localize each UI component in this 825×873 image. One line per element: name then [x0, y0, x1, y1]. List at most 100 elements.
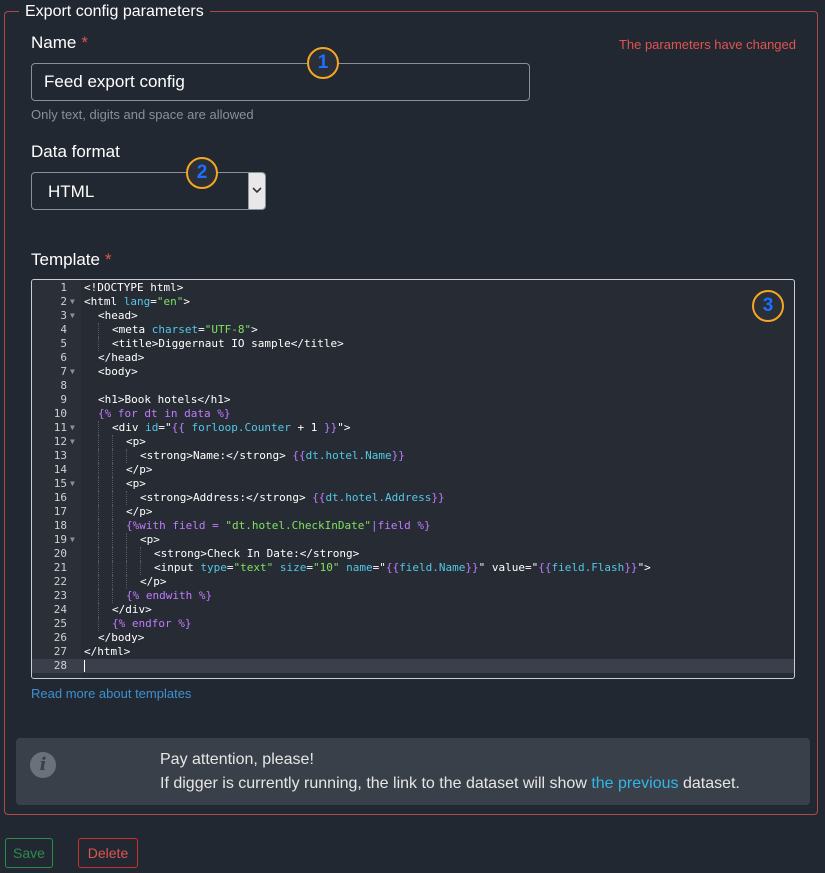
- code-text: <!DOCTYPE html>: [84, 281, 183, 295]
- alert-text-after: dataset.: [678, 775, 740, 792]
- code-token: </html>: [84, 645, 131, 658]
- indent-guide: [98, 449, 99, 463]
- code-text: <strong>Name:</strong> {{dt.hotel.Name}}: [140, 449, 405, 463]
- code-token: + 1: [290, 421, 324, 434]
- code-token: "10": [312, 561, 340, 574]
- code-token: }}: [624, 561, 638, 574]
- indent-guide: [98, 561, 99, 575]
- indent-guide: [112, 547, 113, 561]
- code-text: <h1>Book hotels</h1>: [98, 393, 230, 407]
- data-format-value: HTML: [48, 182, 95, 201]
- line-number: 20: [53, 547, 67, 560]
- code-line: 16 <strong>Address:</strong> {{dt.hotel.A…: [32, 491, 794, 505]
- code-line: 2 ▼ <html lang="en">: [32, 295, 794, 309]
- code-line: 28: [32, 659, 794, 673]
- fold-arrow-icon[interactable]: ▼: [70, 435, 75, 449]
- code-text: <head>: [98, 309, 138, 323]
- code-line: 7 ▼ <body>: [32, 365, 794, 379]
- code-token: <strong>Check In Date:</strong>: [154, 547, 360, 560]
- code-token: =": [158, 421, 172, 434]
- code-token: <meta: [112, 323, 152, 336]
- chevron-down-icon[interactable]: [248, 173, 265, 209]
- code-text: <strong>Check In Date:</strong>: [154, 547, 359, 561]
- name-input[interactable]: [31, 63, 530, 101]
- code-token: <p>: [126, 477, 146, 490]
- code-token: </p>: [126, 463, 153, 476]
- line-number: 25: [53, 617, 67, 630]
- line-number: 4: [60, 323, 67, 336]
- save-button[interactable]: Save: [5, 838, 53, 868]
- code-token: <title>Diggernaut IO sample</title>: [112, 337, 344, 350]
- code-token: }}: [465, 561, 479, 574]
- indent-guide: [98, 505, 99, 519]
- code-token: =: [306, 561, 313, 574]
- code-token: field.Flash: [551, 561, 625, 574]
- code-token: <strong>Name:</strong>: [140, 449, 293, 462]
- code-token: =: [150, 295, 157, 308]
- line-number: 28: [53, 659, 67, 672]
- data-format-select[interactable]: HTML: [31, 172, 266, 210]
- template-code-editor[interactable]: 1 <!DOCTYPE html> 2 ▼ <html lang="en"> 3 ▼ <hea…: [31, 279, 795, 679]
- indent-guide: [112, 575, 113, 589]
- code-token: {% for dt in data %}: [98, 407, 231, 420]
- indent-guide: [98, 589, 99, 603]
- code-token: {%with field =: [126, 519, 226, 532]
- parameters-changed-notice: The parameters have changed: [618, 37, 796, 52]
- code-token: size: [279, 561, 307, 574]
- code-token: dt.hotel.Name: [305, 449, 392, 462]
- data-format-label: Data format: [31, 142, 120, 161]
- code-line: 10 {% for dt in data %}: [32, 407, 794, 421]
- read-more-templates-link[interactable]: Read more about templates: [31, 686, 191, 701]
- callout-badge-1: 1: [307, 47, 339, 79]
- line-number: 14: [53, 463, 67, 476]
- required-asterisk: *: [104, 250, 112, 269]
- fold-arrow-icon[interactable]: ▼: [70, 295, 75, 309]
- name-hint: Only text, digits and space are allowed: [31, 107, 254, 122]
- code-text: </head>: [98, 351, 144, 365]
- fold-arrow-icon[interactable]: ▼: [70, 365, 75, 379]
- code-line: 4 <meta charset="UTF-8">: [32, 323, 794, 337]
- indent-guide: [98, 575, 99, 589]
- line-number: 22: [53, 575, 67, 588]
- previous-dataset-link[interactable]: the previous: [591, 775, 678, 792]
- line-number: 9: [60, 393, 67, 406]
- code-token: <head>: [98, 309, 138, 322]
- code-text: <title>Diggernaut IO sample</title>: [112, 337, 344, 351]
- code-line: 6 </head>: [32, 351, 794, 365]
- line-number: 5: [60, 337, 67, 350]
- code-token: {{: [538, 561, 552, 574]
- indent-guide: [98, 337, 99, 351]
- code-line: 15 ▼ <p>: [32, 477, 794, 491]
- indent-guide: [98, 617, 99, 631]
- indent-guide: [140, 547, 141, 561]
- code-token: forloop.Counter: [191, 421, 291, 434]
- code-token: " value=": [478, 561, 539, 574]
- code-token: "UTF-8": [204, 323, 252, 336]
- code-token: ">: [637, 561, 651, 574]
- fold-arrow-icon[interactable]: ▼: [70, 477, 75, 491]
- code-line: 17 </p>: [32, 505, 794, 519]
- fold-arrow-icon[interactable]: ▼: [70, 309, 75, 323]
- name-label: Name *: [31, 33, 88, 53]
- code-text: </p>: [140, 575, 167, 589]
- code-text: <html lang="en">: [84, 295, 190, 309]
- code-token: ">: [337, 421, 351, 434]
- code-token: </div>: [112, 603, 152, 616]
- line-number: 15: [53, 477, 67, 490]
- alert-text-before: If digger is currently running, the link…: [160, 775, 592, 792]
- delete-button[interactable]: Delete: [78, 838, 138, 868]
- name-label-text: Name: [31, 33, 77, 52]
- code-text: <p>: [140, 533, 160, 547]
- code-line: 21 <input type="text" size="10" name="{{f…: [32, 561, 794, 575]
- code-text: <p>: [126, 477, 146, 491]
- fold-arrow-icon[interactable]: ▼: [70, 533, 75, 547]
- indent-guide: [126, 491, 127, 505]
- line-number: 26: [53, 631, 67, 644]
- code-text: </p>: [126, 463, 153, 477]
- code-token: {% endfor %}: [112, 617, 192, 630]
- line-number: 7: [60, 365, 67, 378]
- indent-guide: [112, 505, 113, 519]
- fold-arrow-icon[interactable]: ▼: [70, 421, 75, 435]
- text-cursor: [84, 660, 85, 672]
